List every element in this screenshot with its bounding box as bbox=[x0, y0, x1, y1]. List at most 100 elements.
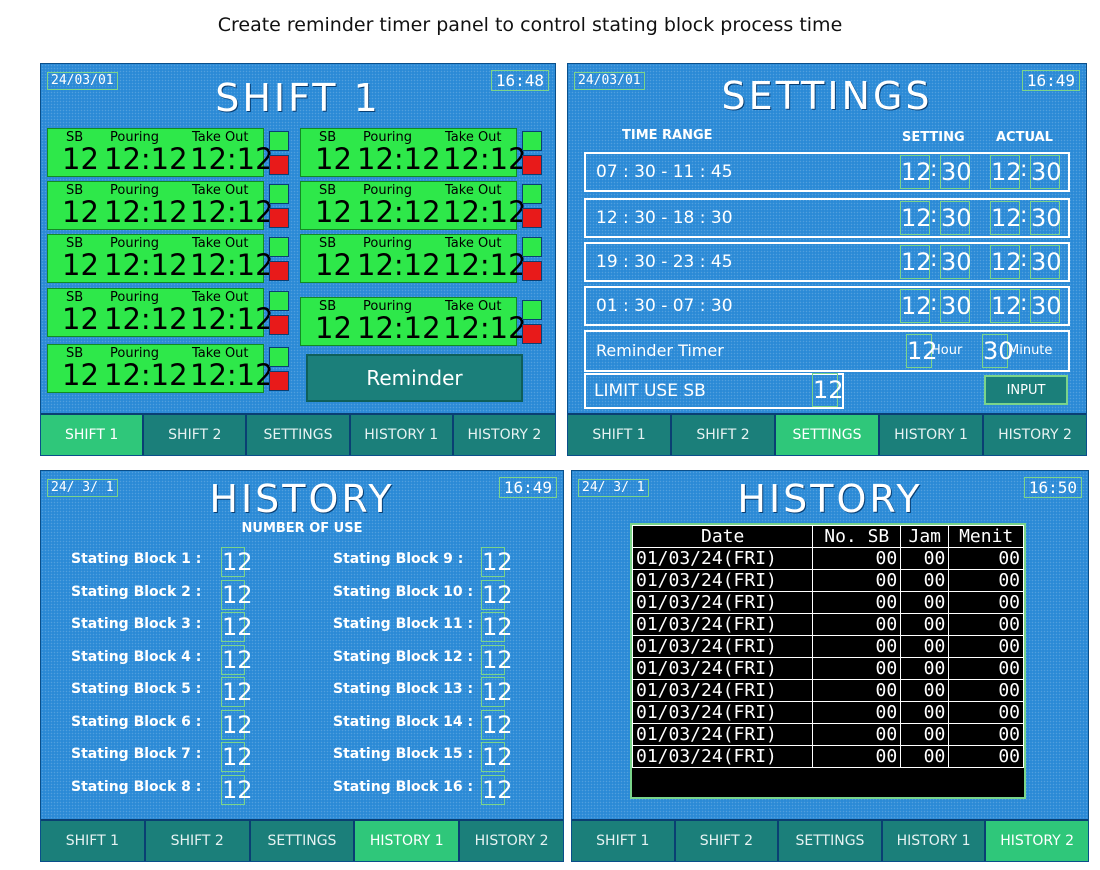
takeout-time: 12:12 bbox=[190, 248, 274, 282]
tab-settings[interactable]: SETTINGS bbox=[250, 821, 356, 861]
takeout-time: 12:12 bbox=[443, 248, 527, 282]
actual-hour[interactable]: 12 bbox=[990, 245, 1022, 279]
stating-block-card[interactable]: SB Pouring Take Out 12 12:12 12:12 bbox=[47, 288, 274, 337]
reminder-timer-label: Reminder Timer bbox=[596, 341, 724, 360]
tab-history-1[interactable]: HISTORY 1 bbox=[882, 821, 987, 861]
table-row: 01/03/24(FRI) 00 00 00 bbox=[631, 745, 1024, 768]
stating-block-count: 12 bbox=[221, 547, 253, 577]
tab-history-2[interactable]: HISTORY 2 bbox=[986, 821, 1088, 861]
stating-block-label: Stating Block 2 : bbox=[71, 583, 202, 600]
table-cell: 00 bbox=[900, 679, 950, 702]
actual-minute[interactable]: 30 bbox=[1030, 245, 1062, 279]
pouring-time: 12:12 bbox=[104, 358, 188, 392]
sb-value: 12 bbox=[62, 248, 99, 282]
stating-block-count: 12 bbox=[481, 644, 513, 675]
tab-history-2[interactable]: HISTORY 2 bbox=[984, 415, 1086, 455]
limit-use-row: LIMIT USE SB 12 bbox=[584, 373, 844, 409]
tab-shift-1[interactable]: SHIFT 1 bbox=[572, 821, 676, 861]
status-green-indicator bbox=[269, 291, 289, 311]
pouring-time: 12:12 bbox=[104, 248, 188, 282]
tab-shift-1[interactable]: SHIFT 1 bbox=[41, 821, 146, 861]
table-cell: 00 bbox=[900, 745, 950, 768]
tab-history-1[interactable]: HISTORY 1 bbox=[355, 821, 461, 861]
setting-header: SETTING bbox=[902, 130, 965, 145]
status-red-indicator bbox=[522, 261, 542, 281]
limit-use-value[interactable]: 12 bbox=[812, 373, 844, 407]
stating-block-card[interactable]: SB Pouring Take Out 12 12:12 12:12 bbox=[47, 181, 274, 230]
colon-separator: : bbox=[930, 247, 938, 272]
stating-block-card[interactable]: SB Pouring Take Out 12 12:12 12:12 bbox=[47, 128, 274, 177]
stating-block-card[interactable]: SB Pouring Take Out 12 12:12 12:12 bbox=[300, 128, 527, 177]
reminder-minute-value[interactable]: 30 bbox=[982, 334, 1014, 368]
actual-minute[interactable]: 30 bbox=[1030, 201, 1062, 235]
tab-shift-2[interactable]: SHIFT 2 bbox=[144, 415, 248, 455]
setting-hour[interactable]: 12 bbox=[900, 155, 932, 189]
time-range-text: 19 : 30 - 23 : 45 bbox=[596, 252, 733, 272]
stating-block-count: 12 bbox=[481, 677, 513, 707]
status-green-indicator bbox=[269, 184, 289, 204]
tab-history-2[interactable]: HISTORY 2 bbox=[460, 821, 563, 861]
table-cell: 01/03/24(FRI) bbox=[631, 723, 814, 746]
tab-history-2[interactable]: HISTORY 2 bbox=[453, 415, 555, 455]
tab-settings[interactable]: SETTINGS bbox=[247, 415, 351, 455]
tab-shift-2[interactable]: SHIFT 2 bbox=[672, 415, 776, 455]
actual-hour[interactable]: 12 bbox=[990, 201, 1022, 235]
table-cell: 00 bbox=[900, 547, 950, 570]
tab-shift-1[interactable]: SHIFT 1 bbox=[568, 415, 672, 455]
stating-block-card[interactable]: SB Pouring Take Out 12 12:12 12:12 bbox=[300, 181, 527, 230]
tab-shift-1[interactable]: SHIFT 1 bbox=[41, 415, 145, 455]
table-cell: 00 bbox=[900, 657, 950, 680]
setting-minute[interactable]: 30 bbox=[940, 245, 972, 279]
tab-history-1[interactable]: HISTORY 1 bbox=[350, 415, 454, 455]
minute-label: Minute bbox=[1008, 343, 1053, 358]
table-cell: 00 bbox=[900, 723, 950, 746]
page-title: Create reminder timer panel to control s… bbox=[217, 14, 843, 36]
setting-minute[interactable]: 30 bbox=[940, 201, 972, 235]
stating-block-label: Stating Block 6 : bbox=[71, 713, 202, 730]
table-row: 01/03/24(FRI) 00 00 00 bbox=[631, 547, 1024, 570]
setting-minute[interactable]: 30 bbox=[940, 155, 972, 189]
stating-block-card[interactable]: SB Pouring Take Out 12 12:12 12:12 bbox=[47, 234, 274, 283]
table-cell: 00 bbox=[948, 657, 1024, 680]
actual-minute[interactable]: 30 bbox=[1030, 155, 1062, 189]
stating-block-count: 12 bbox=[221, 709, 253, 740]
tab-shift-2[interactable]: SHIFT 2 bbox=[675, 821, 780, 861]
table-cell: 00 bbox=[948, 591, 1024, 614]
setting-hour[interactable]: 12 bbox=[900, 289, 932, 323]
tab-settings[interactable]: SETTINGS bbox=[779, 821, 883, 861]
actual-hour[interactable]: 12 bbox=[990, 155, 1022, 189]
reminder-timer-row: Reminder Timer 12 Hour 30 Minute bbox=[584, 330, 1070, 372]
table-header-cell: Date bbox=[631, 525, 814, 548]
setting-minute[interactable]: 30 bbox=[940, 289, 972, 323]
tab-settings[interactable]: SETTINGS bbox=[776, 415, 880, 455]
pouring-time: 12:12 bbox=[104, 142, 188, 176]
stating-block-label: Stating Block 5 : bbox=[71, 681, 202, 697]
tab-shift-2[interactable]: SHIFT 2 bbox=[145, 821, 251, 861]
reminder-hour-value[interactable]: 12 bbox=[906, 334, 938, 368]
table-cell: 00 bbox=[812, 547, 902, 570]
table-cell: 00 bbox=[812, 745, 902, 768]
status-green-indicator bbox=[522, 237, 542, 257]
stating-block-card[interactable]: SB Pouring Take Out 12 12:12 12:12 bbox=[300, 297, 527, 346]
stating-block-card[interactable]: SB Pouring Take Out 12 12:12 12:12 bbox=[47, 344, 274, 393]
sb-value: 12 bbox=[62, 358, 99, 392]
actual-hour[interactable]: 12 bbox=[990, 289, 1022, 323]
actual-minute[interactable]: 30 bbox=[1030, 289, 1062, 323]
stating-block-count: 12 bbox=[221, 579, 253, 610]
stating-block-label: Stating Block 1 : bbox=[71, 551, 202, 567]
tab-history-1[interactable]: HISTORY 1 bbox=[880, 415, 984, 455]
reminder-button[interactable]: Reminder bbox=[306, 354, 523, 402]
time-range-text: 12 : 30 - 18 : 30 bbox=[596, 208, 733, 228]
sb-value: 12 bbox=[62, 302, 99, 336]
table-cell: 00 bbox=[900, 591, 950, 614]
tab-bar: SHIFT 1 SHIFT 2 SETTINGS HISTORY 1 HISTO… bbox=[568, 413, 1086, 455]
stating-block-card[interactable]: SB Pouring Take Out 12 12:12 12:12 bbox=[300, 234, 527, 283]
panel-title: HISTORY bbox=[209, 477, 395, 521]
setting-hour[interactable]: 12 bbox=[900, 201, 932, 235]
stating-block-count: 12 bbox=[481, 547, 513, 577]
setting-hour[interactable]: 12 bbox=[900, 245, 932, 279]
input-button[interactable]: INPUT bbox=[984, 375, 1068, 405]
status-red-indicator bbox=[522, 155, 542, 175]
table-cell: 01/03/24(FRI) bbox=[631, 701, 814, 724]
pouring-time: 12:12 bbox=[357, 248, 441, 282]
